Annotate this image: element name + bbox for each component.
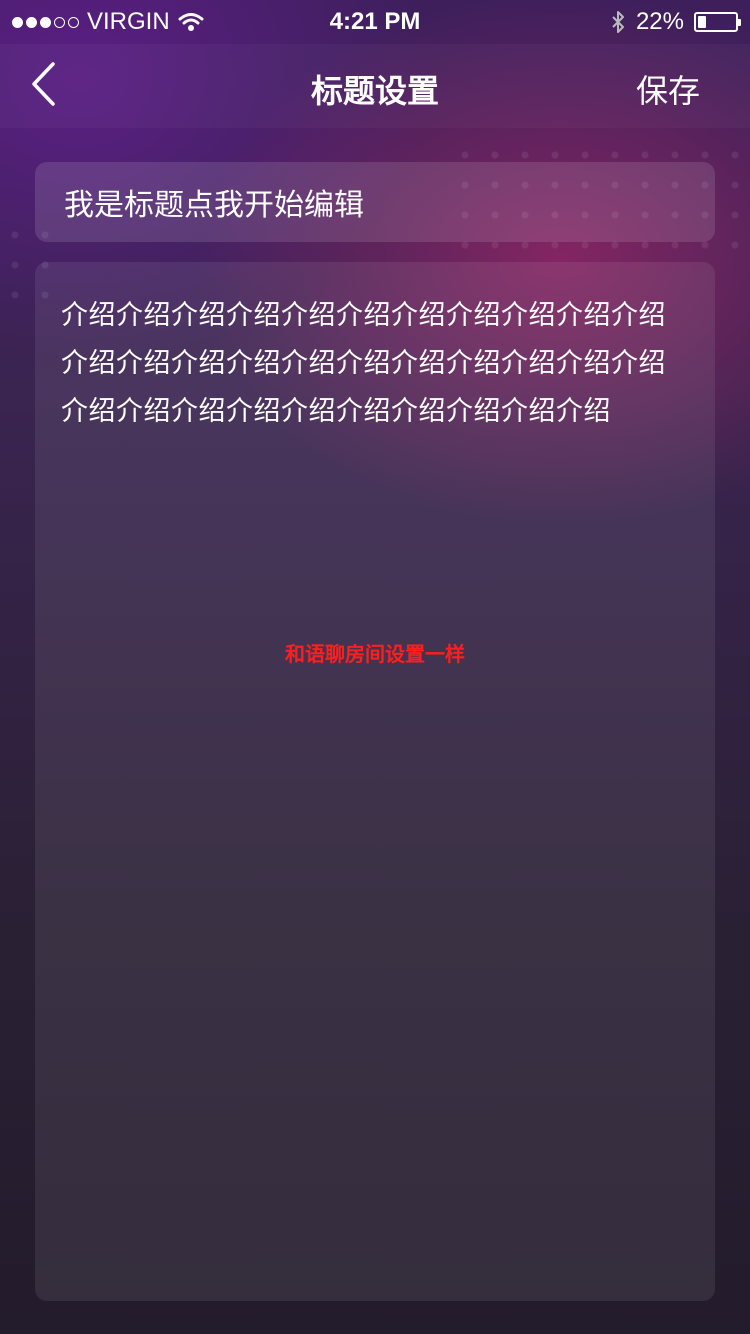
intro-field[interactable]: 介绍介绍介绍介绍介绍介绍介绍介绍介绍介绍介绍介绍介绍介绍介绍介绍介绍介绍介绍介绍… [35,262,715,1301]
status-right: 22% [610,8,741,36]
bluetooth-icon [612,11,624,33]
battery-fill [698,16,706,28]
status-bar: VIRGIN 4:21 PM 22% [0,0,750,44]
nav-bar: 标题设置 保存 [0,44,750,128]
title-field-value: 我是标题点我开始编辑 [64,188,364,223]
battery-icon [694,12,741,32]
title-field[interactable]: 我是标题点我开始编辑 [35,162,715,242]
battery-percent: 22% [635,8,684,35]
intro-field-value: 介绍介绍介绍介绍介绍介绍介绍介绍介绍介绍介绍介绍介绍介绍介绍介绍介绍介绍介绍介绍… [61,300,666,427]
save-button[interactable]: 保存 [636,66,700,112]
design-annotation: 和语聊房间设置一样 [285,642,465,666]
